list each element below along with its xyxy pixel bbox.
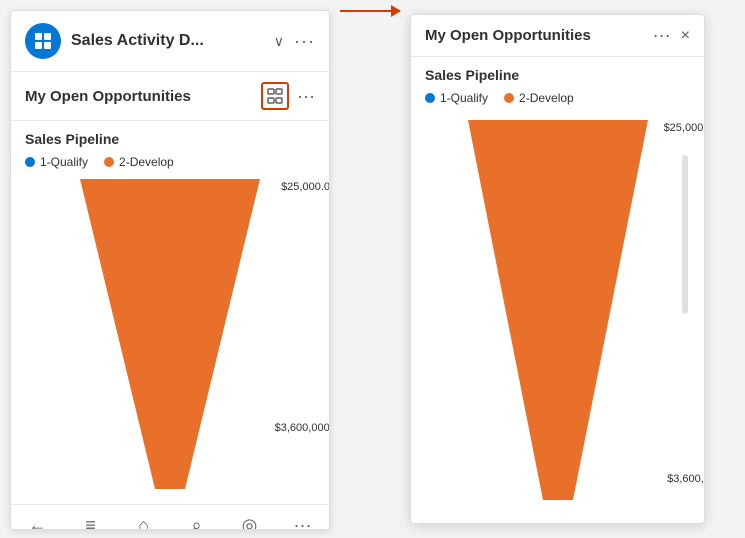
close-button[interactable]: × — [681, 27, 690, 45]
chart-section: Sales Pipeline 1-Qualify 2-Develop — [11, 121, 329, 504]
app-title: Sales Activity D... — [71, 32, 264, 50]
develop-dot — [104, 157, 114, 167]
app-header: Sales Activity D... ∨ ··· — [11, 11, 329, 72]
right-chart-section: Sales Pipeline 1-Qualify 2-Develop $25,0… — [411, 57, 704, 523]
right-develop-label: 2-Develop — [519, 91, 574, 105]
right-legend-item-develop: 2-Develop — [504, 91, 574, 105]
right-panel: My Open Opportunities ··· × Sales Pipeli… — [410, 14, 705, 524]
legend-item-qualify: 1-Qualify — [25, 155, 88, 169]
nav-menu-button[interactable]: ≡ — [64, 515, 117, 530]
right-funnel-top-value: $25,000.0 — [664, 122, 704, 134]
right-header-actions: ··· × — [653, 25, 690, 46]
right-panel-title: My Open Opportunities — [425, 27, 591, 44]
develop-label: 2-Develop — [119, 155, 174, 169]
left-panel: Sales Activity D... ∨ ··· My Open Opport… — [10, 10, 330, 530]
nav-home-button[interactable]: ⌂ — [117, 515, 170, 530]
scrollbar[interactable] — [682, 155, 688, 314]
right-legend-item-qualify: 1-Qualify — [425, 91, 488, 105]
scene: Sales Activity D... ∨ ··· My Open Opport… — [0, 0, 745, 538]
nav-search-button[interactable]: ⌕ — [170, 515, 223, 530]
qualify-label: 1-Qualify — [40, 155, 88, 169]
right-legend: 1-Qualify 2-Develop — [425, 91, 690, 105]
qualify-dot — [25, 157, 35, 167]
right-funnel-mid-value: $3,600,000.00 — [667, 473, 704, 485]
header-more-button[interactable]: ··· — [294, 31, 315, 52]
right-qualify-label: 1-Qualify — [440, 91, 488, 105]
grid-icon — [33, 31, 53, 51]
widget-header: My Open Opportunities ··· — [11, 72, 329, 121]
funnel-top-value: $25,000.0 — [281, 181, 330, 193]
chevron-down-icon[interactable]: ∨ — [274, 33, 284, 50]
funnel-svg — [70, 179, 270, 489]
funnel-container: $25,000.0 $3,600,000.00 — [25, 179, 315, 494]
widget-title: My Open Opportunities — [25, 88, 253, 105]
expand-button[interactable] — [261, 82, 289, 110]
funnel-chart: $25,000.0 $3,600,000.00 — [70, 179, 270, 494]
app-icon — [25, 23, 61, 59]
nav-more-button[interactable]: ··· — [276, 515, 329, 530]
right-funnel-svg — [458, 120, 658, 500]
bottom-nav: ← ≡ ⌂ ⌕ ◎ ··· — [11, 504, 329, 530]
nav-back-button[interactable]: ← — [11, 515, 64, 530]
nav-activity-button[interactable]: ◎ — [223, 515, 276, 530]
chart-title: Sales Pipeline — [25, 131, 315, 147]
right-qualify-dot — [425, 93, 435, 103]
right-chart-title: Sales Pipeline — [425, 67, 690, 83]
right-develop-dot — [504, 93, 514, 103]
funnel-mid-value: $3,600,000.00 — [275, 422, 330, 434]
widget-more-button[interactable]: ··· — [297, 86, 315, 107]
arrow-container — [330, 10, 410, 12]
right-funnel-chart: $25,000.0 $3,600,000.00 — [458, 120, 658, 505]
right-more-button[interactable]: ··· — [653, 25, 671, 46]
expand-icon — [267, 88, 283, 104]
expand-arrow — [340, 10, 400, 12]
legend: 1-Qualify 2-Develop — [25, 155, 315, 169]
right-funnel-container: $25,000.0 $3,600,000.00 — [425, 115, 690, 513]
right-header: My Open Opportunities ··· × — [411, 15, 704, 57]
legend-item-develop: 2-Develop — [104, 155, 174, 169]
